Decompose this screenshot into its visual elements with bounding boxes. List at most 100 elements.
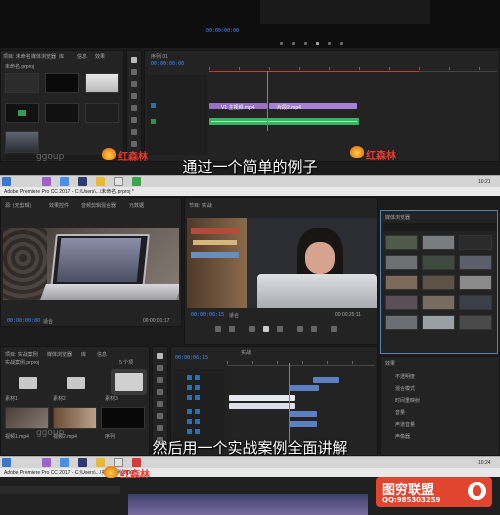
export-frame-icon[interactable] bbox=[331, 326, 337, 332]
media-item[interactable] bbox=[459, 315, 492, 330]
top-library-tab[interactable]: 库 bbox=[59, 53, 64, 60]
timeline-clip-6[interactable] bbox=[289, 421, 317, 427]
media-item[interactable] bbox=[459, 275, 492, 290]
timeline-clip-4[interactable] bbox=[229, 403, 295, 409]
timeline-clip-5[interactable] bbox=[289, 411, 317, 417]
media-item[interactable] bbox=[385, 235, 418, 250]
top-clip-label-1: V1 主视频.mp4 bbox=[221, 105, 255, 111]
taskbar-clock[interactable]: 10:21 bbox=[478, 179, 491, 185]
track-select-tool-icon[interactable] bbox=[157, 365, 163, 371]
media-item[interactable] bbox=[422, 295, 455, 310]
top-media-tab[interactable]: 媒体浏览器 bbox=[31, 53, 56, 60]
taskbar-app-icon-4[interactable] bbox=[96, 177, 105, 186]
source-tab[interactable]: 源: (无剪辑) bbox=[5, 202, 31, 209]
bottom-item-count: 5 个项 bbox=[119, 360, 134, 366]
bin-folder-1[interactable] bbox=[19, 377, 37, 389]
taskbar-app-icon-1[interactable] bbox=[42, 458, 51, 467]
top-project-tab[interactable]: 项目: 未命名 bbox=[3, 53, 31, 60]
program-fit-select[interactable]: 适合 bbox=[229, 312, 239, 319]
mark-out-icon[interactable] bbox=[229, 326, 235, 332]
top-sequence-tab[interactable]: 序列 01 bbox=[151, 53, 168, 60]
media-item[interactable] bbox=[385, 295, 418, 310]
ripple-tool-icon[interactable] bbox=[131, 81, 137, 87]
top-media-thumb-3[interactable] bbox=[85, 73, 119, 93]
razor-tool-icon[interactable] bbox=[131, 93, 137, 99]
top-effects-tab[interactable]: 效果 bbox=[95, 53, 105, 60]
effect-blend-mode[interactable]: 混合模式 bbox=[395, 385, 415, 392]
top-media-thumb-4[interactable] bbox=[5, 103, 39, 123]
taskbar-clock[interactable]: 10:24 bbox=[478, 460, 491, 466]
track-select-tool-icon[interactable] bbox=[131, 69, 137, 75]
effect-time-remap[interactable]: 时间重映射 bbox=[395, 397, 420, 404]
top-media-thumb-7[interactable] bbox=[5, 131, 39, 153]
effect-volume[interactable]: 音量 bbox=[395, 409, 405, 416]
hand-tool-icon[interactable] bbox=[131, 129, 137, 135]
top-work-area-bar[interactable] bbox=[209, 71, 419, 72]
media-item[interactable] bbox=[422, 275, 455, 290]
timeline-clip-1[interactable] bbox=[313, 377, 339, 383]
start-button[interactable] bbox=[2, 177, 11, 186]
media-item[interactable] bbox=[459, 295, 492, 310]
start-button[interactable] bbox=[2, 458, 11, 467]
program-tab[interactable]: 节目: 实战 bbox=[189, 202, 212, 209]
lift-icon[interactable] bbox=[297, 326, 303, 332]
effect-channel-volume[interactable]: 声道音量 bbox=[395, 421, 415, 428]
ripple-tool-icon[interactable] bbox=[157, 377, 163, 383]
media-thumb-3[interactable] bbox=[101, 407, 145, 429]
step-forward-icon[interactable] bbox=[277, 326, 283, 332]
pen-tool-icon[interactable] bbox=[131, 117, 137, 123]
type-tool-icon[interactable] bbox=[131, 141, 137, 147]
media-thumb-1[interactable] bbox=[5, 407, 49, 429]
selection-tool-icon[interactable] bbox=[131, 57, 137, 63]
taskbar-app-icon-5[interactable] bbox=[114, 177, 123, 186]
effect-opacity[interactable]: 不透明度 bbox=[395, 373, 415, 380]
bin-folder-3[interactable] bbox=[115, 373, 143, 391]
slip-tool-icon[interactable] bbox=[131, 105, 137, 111]
step-back-icon[interactable] bbox=[249, 326, 255, 332]
taskbar-app-icon-6[interactable] bbox=[132, 177, 141, 186]
hand-tool-icon[interactable] bbox=[157, 425, 163, 431]
timeline-playhead[interactable] bbox=[289, 363, 290, 443]
bottom-library-tab[interactable]: 库 bbox=[81, 351, 86, 358]
taskbar-app-icon-1[interactable] bbox=[42, 177, 51, 186]
metadata-tab[interactable]: 元数据 bbox=[129, 202, 144, 209]
audio-mixer-tab[interactable]: 音频剪辑混合器 bbox=[81, 202, 116, 209]
top-media-thumb-5[interactable] bbox=[45, 103, 79, 123]
bin-folder-2[interactable] bbox=[67, 377, 85, 389]
timeline-clip-2[interactable] bbox=[289, 385, 319, 391]
timeline-tab[interactable]: 实战 bbox=[241, 349, 251, 356]
slip-tool-icon[interactable] bbox=[157, 401, 163, 407]
top-media-thumb-6[interactable] bbox=[85, 103, 119, 123]
bottom-media-tab[interactable]: 媒体浏览器 bbox=[47, 351, 72, 358]
media-item[interactable] bbox=[385, 275, 418, 290]
media-item[interactable] bbox=[385, 315, 418, 330]
media-item[interactable] bbox=[459, 255, 492, 270]
taskbar-app-icon-3[interactable] bbox=[78, 177, 87, 186]
bottom-info-tab[interactable]: 信息 bbox=[97, 351, 107, 358]
media-item[interactable] bbox=[385, 255, 418, 270]
razor-tool-icon[interactable] bbox=[157, 389, 163, 395]
top-media-thumb-1[interactable] bbox=[5, 73, 39, 93]
source-fit-select[interactable]: 适合 bbox=[43, 318, 53, 325]
effect-controls-tab[interactable]: 效果控件 bbox=[49, 202, 69, 209]
media-browser-title: 媒体浏览器 bbox=[385, 215, 411, 221]
taskbar-app-icon-4[interactable] bbox=[96, 458, 105, 467]
media-item[interactable] bbox=[422, 255, 455, 270]
pen-tool-icon[interactable] bbox=[157, 413, 163, 419]
play-icon[interactable] bbox=[263, 326, 269, 332]
taskbar-app-icon-2[interactable] bbox=[60, 177, 69, 186]
media-thumb-2[interactable] bbox=[53, 407, 97, 429]
media-item[interactable] bbox=[459, 235, 492, 250]
selection-tool-icon[interactable] bbox=[157, 353, 163, 359]
top-playhead[interactable] bbox=[267, 71, 268, 131]
bottom-project-tab[interactable]: 项目: 实战案例 bbox=[5, 351, 38, 358]
taskbar-app-icon-3[interactable] bbox=[78, 458, 87, 467]
top-media-thumb-2[interactable] bbox=[45, 73, 79, 93]
top-info-tab[interactable]: 信息 bbox=[77, 53, 87, 60]
media-item[interactable] bbox=[422, 235, 455, 250]
media-item[interactable] bbox=[422, 315, 455, 330]
mark-in-icon[interactable] bbox=[215, 326, 221, 332]
timeline-clip-3[interactable] bbox=[229, 395, 295, 401]
taskbar-app-icon-2[interactable] bbox=[60, 458, 69, 467]
extract-icon[interactable] bbox=[311, 326, 317, 332]
